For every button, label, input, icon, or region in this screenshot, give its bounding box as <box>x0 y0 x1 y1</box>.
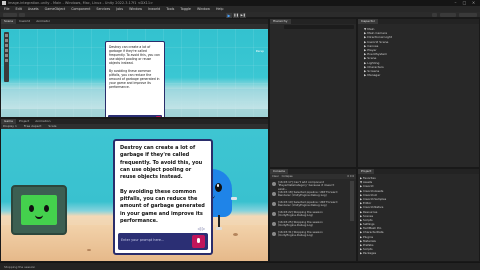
console-panel: Console Clear Collapse 0 0 6 [16:03:17] … <box>269 168 357 262</box>
menu-component[interactable]: Component <box>71 7 90 11</box>
menu-window-a[interactable]: Window <box>129 7 142 11</box>
cloud-icon[interactable] <box>19 13 25 17</box>
error-count[interactable]: 0 <box>347 175 349 178</box>
menu-jobs[interactable]: Jobs <box>116 7 123 11</box>
console-counts: 0 0 6 <box>347 174 354 179</box>
scene-chat-text: Destroy can create a lot of garbage if t… <box>109 45 160 89</box>
console-toolbar: Clear Collapse 0 0 6 <box>270 174 356 179</box>
aspect-dropdown[interactable]: Free Aspect <box>24 124 42 128</box>
mic-icon[interactable] <box>156 116 161 117</box>
step-button[interactable]: ▶❚ <box>240 12 246 18</box>
scale-slider[interactable]: Scale <box>48 124 56 128</box>
info-icon <box>272 202 276 206</box>
game-chat-text: Destroy can create a lot of garbage if t… <box>120 145 205 224</box>
tab-hierarchy[interactable]: Hierarchy <box>270 19 291 24</box>
project-tabs: Project <box>358 169 479 174</box>
rect-tool-icon[interactable] <box>5 54 8 57</box>
scene-view-mode: Persp <box>255 49 264 53</box>
info-icon <box>272 182 276 186</box>
scene-tool-palette <box>4 32 9 82</box>
collapse-button[interactable]: Collapse <box>282 175 293 178</box>
chat-input-bar[interactable]: Enter your prompt here... <box>118 233 208 250</box>
log-entry[interactable]: [16:03:18] Selected pipeline: URP Forwar… <box>272 191 344 200</box>
menu-help[interactable]: Help <box>216 7 224 11</box>
project-item[interactable]: ▶ Packages <box>360 252 477 256</box>
pause-button[interactable]: ❚❚ <box>233 12 239 18</box>
tv-screen <box>21 195 57 225</box>
robot-arm <box>231 197 237 200</box>
display-dropdown[interactable]: Display 1 <box>3 124 17 128</box>
unity-editor-window: image-integration-unity - Main - Windows… <box>0 0 480 270</box>
scale-tool-icon[interactable] <box>5 49 8 52</box>
menu-gameobject[interactable]: GameObject <box>45 7 66 11</box>
tv-mouth <box>35 215 43 219</box>
console-scrollbar[interactable] <box>350 181 354 221</box>
rotate-tool-icon[interactable] <box>5 44 8 47</box>
move-tool-icon[interactable] <box>5 39 8 42</box>
menu-window-b[interactable]: Window <box>197 7 210 11</box>
layers-dropdown[interactable] <box>440 13 456 17</box>
close-button[interactable]: × <box>471 1 476 5</box>
scene-chat-card[interactable]: Destroy can create a lot of garbage if t… <box>105 41 165 117</box>
info-icon <box>272 192 276 196</box>
minimize-button[interactable]: – <box>453 1 458 5</box>
tree-item[interactable]: ▶ Manager <box>364 73 477 77</box>
rock <box>87 249 91 251</box>
log-entry[interactable]: [16:03:17] Can't add component 'PlayerDa… <box>272 181 344 190</box>
search-icon[interactable] <box>432 13 437 17</box>
hierarchy-panel: Hierarchy <box>269 18 357 168</box>
menu-edit[interactable]: Edit <box>16 7 22 11</box>
hand-tool-icon[interactable] <box>5 34 8 37</box>
layout-dropdown[interactable] <box>459 13 477 17</box>
menu-services[interactable]: Services <box>96 7 110 11</box>
rock <box>233 233 238 236</box>
unity-logo-icon <box>2 1 6 5</box>
tv-eye-left <box>29 205 34 212</box>
scene-chat-input[interactable] <box>108 115 162 117</box>
log-entry[interactable]: [16:03:31] Stopping the session (UnityEn… <box>272 231 344 240</box>
tab-project[interactable]: Project <box>358 169 375 174</box>
tab-inspector[interactable]: Inspector <box>358 19 378 24</box>
hierarchy-tree: ▼ Main ▶ Main Camera ▶ Directional Light… <box>364 27 477 77</box>
maximize-button[interactable]: □ <box>462 1 467 5</box>
tv-eye-right <box>44 205 49 212</box>
status-text: Stopping the session <box>4 265 36 269</box>
info-icon <box>272 222 276 226</box>
chat-input-placeholder[interactable]: Enter your prompt here... <box>121 238 164 242</box>
menu-toggle[interactable]: Toggle <box>180 7 191 11</box>
info-icon <box>272 212 276 216</box>
game-chat-card[interactable]: Destroy can create a lot of garbage if t… <box>113 139 213 255</box>
clear-button[interactable]: Clear <box>272 175 279 178</box>
game-panel: Game Project Animation Display 1 Free Aspe… <box>0 118 269 262</box>
status-bar: Stopping the session <box>0 262 480 270</box>
game-viewport[interactable]: Destroy can create a lot of garbage if t… <box>1 129 268 261</box>
chat-nav-icons[interactable]: ◁ ▷ <box>198 226 205 231</box>
menu-assets[interactable]: Assets <box>28 7 39 11</box>
tv-character <box>11 185 67 241</box>
log-entry[interactable]: [16:03:19] Selected pipeline: URP Forwar… <box>272 201 344 210</box>
menu-file[interactable]: File <box>4 7 10 11</box>
scene-viewport[interactable]: Destroy can create a lot of garbage if t… <box>1 29 268 117</box>
log-count[interactable]: 6 <box>352 175 354 178</box>
robot-foot-right <box>216 227 222 230</box>
inspector-panel: Inspector ▼ Main ▶ Main Camera ▶ Directi… <box>357 18 480 168</box>
mic-icon[interactable] <box>192 235 205 248</box>
menu-inworld[interactable]: Inworld <box>148 7 160 11</box>
log-entry[interactable]: [16:03:25] Stopping the session (UnityEn… <box>272 221 344 230</box>
hierarchy-tabs: Hierarchy <box>270 19 356 24</box>
inspector-tabs: Inspector <box>358 19 479 24</box>
hierarchy-search-input[interactable] <box>284 25 354 29</box>
scene-panel: Scene Inworld Animator Destroy can create … <box>0 18 269 118</box>
transform-tool-icon[interactable] <box>5 59 8 62</box>
account-button[interactable] <box>3 13 17 17</box>
robot-eye-right <box>215 183 222 192</box>
tv-body <box>11 185 67 235</box>
project-tree: ▶ Favorites ▼ Assets ▶ Inworld ▶ Inworld… <box>360 177 477 257</box>
log-entry[interactable]: [16:03:22] Stopping the session (UnityEn… <box>272 211 344 220</box>
info-icon <box>272 232 276 236</box>
play-button[interactable]: ▶ <box>226 12 232 18</box>
project-panel: Project ▶ Favorites ▼ Assets ▶ Inworld ▶… <box>357 168 480 262</box>
menu-tools[interactable]: Tools <box>166 7 174 11</box>
